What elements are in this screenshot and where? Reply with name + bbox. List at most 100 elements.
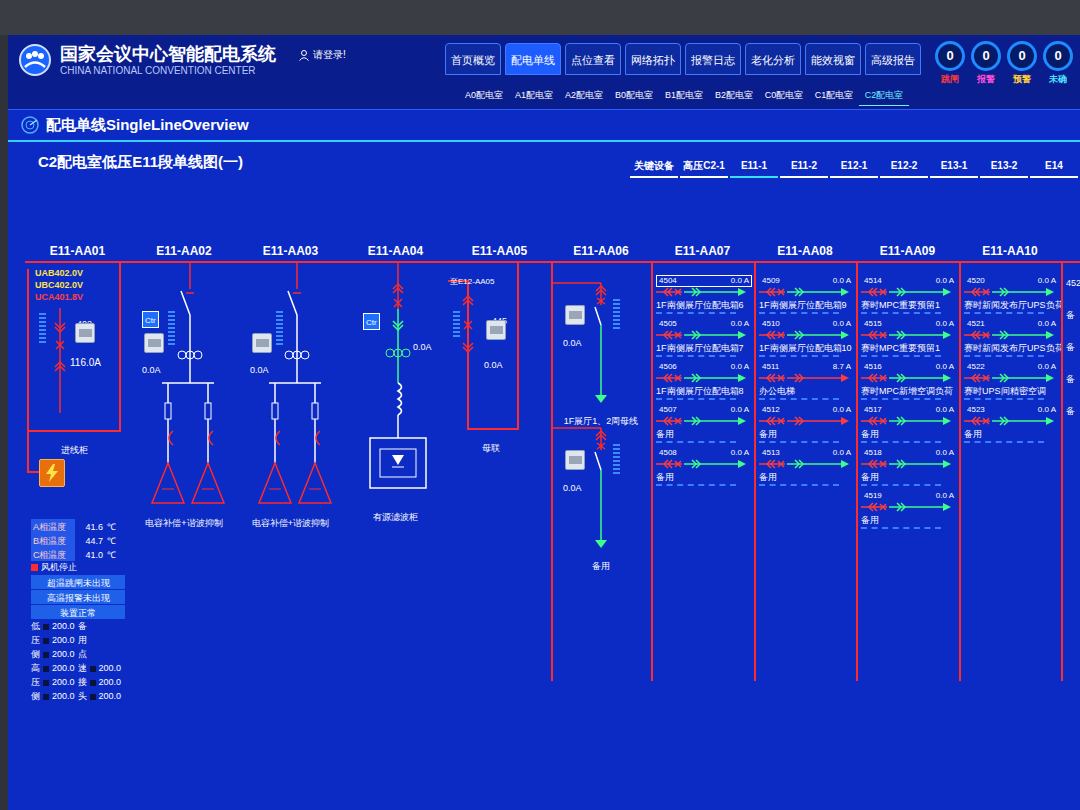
feeder-row[interactable]: 45200.0 A赛时新闻发布厅UPS负荷1	[964, 275, 1059, 318]
segment-tab[interactable]: E12-1	[830, 152, 878, 178]
temp-label: C相温度	[33, 550, 67, 560]
cabinet-label: 电容补偿+谐波抑制	[145, 518, 222, 528]
room-label: A0配电室	[465, 90, 503, 100]
feeder-label: 备用	[964, 429, 982, 439]
nav-tab[interactable]: 网络拓扑	[625, 43, 681, 75]
segment-label: E12-1	[841, 160, 868, 171]
feeder-id: 4516	[864, 361, 882, 373]
page-title: C2配电室低压E11段单线图(一)	[8, 151, 243, 174]
cabinet[interactable]: E11-AA05至E12-AA054450.0A母联	[448, 239, 551, 703]
level-bars-icon	[39, 313, 46, 343]
feeder-label: 备	[1066, 405, 1080, 417]
current-reading: 0.0A	[563, 338, 582, 348]
nav-tab-label: 老化分析	[751, 54, 795, 66]
feeder-row[interactable]: 45130.0 A备用	[759, 447, 854, 490]
cabinet[interactable]: E11-AA0945140.0 A赛时MPC重要预留145150.0 A赛时MP…	[856, 239, 959, 703]
cabinet[interactable]: E11-AA0845090.0 A1F南侧展厅位配电箱945100.0 A1F南…	[754, 239, 856, 703]
feeder-row[interactable]: 45090.0 A1F南侧展厅位配电箱9	[759, 275, 854, 318]
setting-label: 压	[31, 634, 40, 648]
feeder-id: 4506	[659, 361, 677, 373]
room-tab[interactable]: A0配电室	[459, 81, 509, 106]
counter-value: 0	[946, 46, 953, 66]
feeder-row[interactable]: 45120.0 A备用	[759, 404, 854, 447]
feeder-row[interactable]: 45080.0 A备用	[656, 447, 752, 490]
segment-tab[interactable]: E14	[1030, 152, 1078, 178]
temp-row: C相温度41.0℃	[31, 547, 125, 560]
segment-tab[interactable]: E11-1	[730, 152, 778, 178]
ctr-box[interactable]: Ctr	[142, 311, 159, 328]
room-tab[interactable]: A2配电室	[559, 81, 609, 106]
nav-tab[interactable]: 老化分析	[745, 43, 801, 75]
setting-row: 低200.0备	[31, 620, 125, 633]
feeder-row[interactable]: 45040.0 A1F南侧展厅位配电箱6	[656, 275, 752, 318]
cabinet[interactable]: 452备备备备	[1061, 239, 1080, 703]
alarm-counter[interactable]: 0未确	[1043, 41, 1073, 109]
segment-tab[interactable]: E11-2	[780, 152, 828, 178]
busbar	[551, 261, 651, 263]
login-button[interactable]: 请登录!	[298, 47, 346, 62]
feeder-switch-icon	[861, 373, 953, 383]
filter-diagram	[343, 263, 448, 703]
setting-value: 200.0	[99, 662, 122, 676]
feeder-label: 办公电梯	[759, 386, 795, 396]
feeder-id: 4504	[659, 275, 677, 287]
nav-tab[interactable]: 能效视窗	[805, 43, 861, 75]
feeder-row[interactable]: 45118.7 A办公电梯	[759, 361, 854, 404]
temp-value: 41.0	[85, 550, 103, 560]
feeder-row[interactable]: 45150.0 A赛时MPC重要预留1	[861, 318, 957, 361]
cabinet[interactable]: E11-AA0645020.0A1F展厅1、2周母线45030.0A备用	[551, 239, 651, 703]
feeder-row[interactable]: 45050.0 A1F南侧展厅位配电箱7	[656, 318, 752, 361]
nav-tab[interactable]: 高级报告	[865, 43, 921, 75]
segment-label: E11-1	[741, 160, 767, 171]
room-tab[interactable]: C1配电室	[809, 81, 859, 106]
feeder-row[interactable]: 45170.0 A备用	[861, 404, 957, 447]
current-reading: 8.7 A	[833, 361, 851, 373]
feeder-row[interactable]: 45140.0 A赛时MPC重要预留1	[861, 275, 957, 318]
feeder-row[interactable]: 45060.0 A1F南侧展厅位配电箱8	[656, 361, 752, 404]
feeder-row[interactable]: 45230.0 A备用	[964, 404, 1059, 447]
transformer-icon[interactable]	[39, 459, 65, 487]
cabinet[interactable]: E11-AA02Ctr0.0A电容补偿+谐波抑制	[130, 239, 238, 703]
room-tab[interactable]: A1配电室	[509, 81, 559, 106]
room-tab[interactable]: B2配电室	[709, 81, 759, 106]
segment-tab[interactable]: 高压C2-1	[680, 152, 728, 178]
nav-tab[interactable]: 配电单线	[505, 43, 561, 75]
nav-tab-label: 能效视窗	[811, 54, 855, 66]
feeder-label: 备用	[861, 472, 879, 482]
cabinet[interactable]: E11-AA1045200.0 A赛时新闻发布厅UPS负荷145210.0 A赛…	[959, 239, 1061, 703]
cabinet[interactable]: E11-AA04Ctr0.0A有源滤波柜	[343, 239, 448, 703]
alarm-counter[interactable]: 0报警	[971, 41, 1001, 109]
feeder-row[interactable]: 45100.0 A1F南侧展厅位配电箱10	[759, 318, 854, 361]
nav-tab[interactable]: 点位查看	[565, 43, 621, 75]
feeder-label: 1F南侧展厅位配电箱8	[656, 386, 744, 396]
room-tab[interactable]: C2配电室	[859, 81, 909, 106]
feeder-row[interactable]: 45210.0 A赛时新闻发布厅UPS负荷1	[964, 318, 1059, 361]
cabinet[interactable]: E11-AA0745040.0 A1F南侧展厅位配电箱645050.0 A1F南…	[651, 239, 754, 703]
feeder-row[interactable]: 45190.0 A备用	[861, 490, 957, 533]
alarm-counter[interactable]: 0跳闸	[935, 41, 965, 109]
alarm-counter[interactable]: 0预警	[1007, 41, 1037, 109]
ctr-box[interactable]: Ctr	[363, 313, 380, 330]
busbar	[343, 261, 448, 263]
feeder-row[interactable]: 45180.0 A备用	[861, 447, 957, 490]
feeder-label: 备用	[759, 429, 777, 439]
cabinet[interactable]: E11-AA01UAB402.0VUBC402.0VUCA401.8V40211…	[25, 239, 130, 703]
setting-label: 头	[78, 690, 87, 703]
room-tab[interactable]: C0配电室	[759, 81, 809, 106]
feeder-row[interactable]: 45070.0 A备用	[656, 404, 752, 447]
segment-tab[interactable]: E13-1	[930, 152, 978, 178]
feeder-switch-icon	[964, 330, 1056, 340]
feeder-label: 1F南侧展厅位配电箱9	[759, 300, 847, 310]
feeder-row[interactable]: 45160.0 A赛时MPC新增空调负荷	[861, 361, 957, 404]
segment-tab[interactable]: 关键设备	[630, 152, 678, 178]
cabinet[interactable]: E11-AA030.0A电容补偿+谐波抑制	[238, 239, 343, 703]
nav-tab[interactable]: 首页概览	[445, 43, 501, 75]
segment-tab[interactable]: E13-2	[980, 152, 1028, 178]
meter-icon	[486, 320, 506, 340]
feeder-row[interactable]: 45220.0 A赛时UPS间精密空调	[964, 361, 1059, 404]
segment-label: 高压C2-1	[683, 160, 725, 171]
room-tab[interactable]: B0配电室	[609, 81, 659, 106]
nav-tab[interactable]: 报警日志	[685, 43, 741, 75]
segment-tab[interactable]: E12-2	[880, 152, 928, 178]
room-tab[interactable]: B1配电室	[659, 81, 709, 106]
